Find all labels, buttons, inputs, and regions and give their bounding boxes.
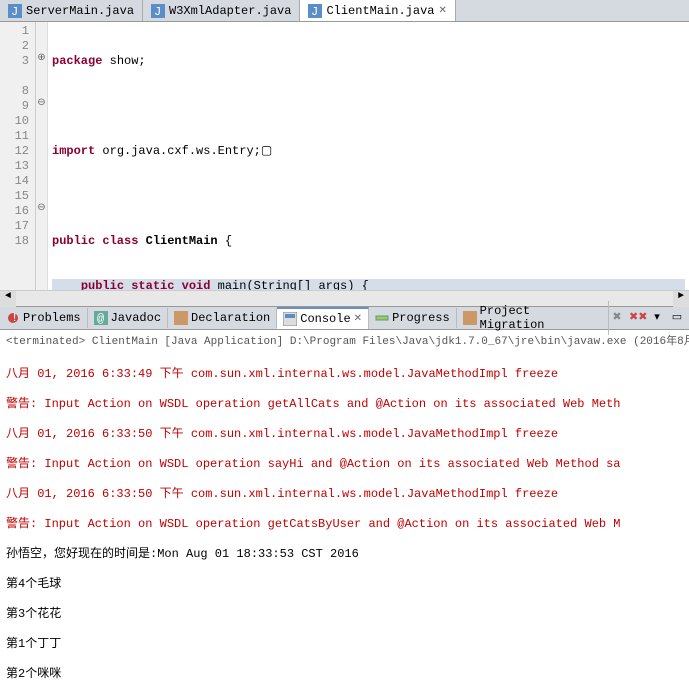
remove-terminated-icon[interactable]: ✖ xyxy=(609,310,625,326)
fold-gutter: ⊕ ⊖ ⊖ xyxy=(36,22,48,290)
console-icon xyxy=(283,312,297,326)
tab-progress[interactable]: Progress xyxy=(369,308,457,328)
svg-text:J: J xyxy=(311,5,318,18)
fold-collapse-icon[interactable]: ⊖ xyxy=(36,97,47,112)
javadoc-icon: @ xyxy=(94,311,108,325)
tab-label: ServerMain.java xyxy=(26,4,134,18)
console-output[interactable]: 八月 01, 2016 6:33:49 下午 com.sun.xml.inter… xyxy=(0,350,689,699)
tab-migration[interactable]: Project Migration xyxy=(457,301,609,335)
console-toolbar: ✖ ✖✖ ▾ ▭ xyxy=(609,310,689,326)
tab-label: ClientMain.java xyxy=(326,4,434,18)
tab-clientmain[interactable]: J ClientMain.java ✕ xyxy=(300,0,455,21)
tab-javadoc[interactable]: @ Javadoc xyxy=(88,308,168,328)
editor-tabs: J ServerMain.java J W3XmlAdapter.java J … xyxy=(0,0,689,22)
tab-problems[interactable]: ! Problems xyxy=(0,308,88,328)
svg-text:J: J xyxy=(11,5,18,18)
progress-icon xyxy=(375,311,389,325)
scroll-right-icon[interactable]: ► xyxy=(673,291,689,307)
declaration-icon xyxy=(174,311,188,325)
problems-icon: ! xyxy=(6,311,20,325)
tab-w3xmladapter[interactable]: J W3XmlAdapter.java xyxy=(143,0,300,21)
tab-declaration[interactable]: Declaration xyxy=(168,308,277,328)
scroll-left-icon[interactable]: ◄ xyxy=(0,291,16,307)
code-content[interactable]: package show; import org.java.cxf.ws.Ent… xyxy=(48,22,689,290)
migration-icon xyxy=(463,311,477,325)
java-file-icon: J xyxy=(151,4,165,18)
remove-all-icon[interactable]: ✖✖ xyxy=(629,310,645,326)
java-file-icon: J xyxy=(308,4,322,18)
fold-collapse-icon[interactable]: ⊖ xyxy=(36,202,47,217)
close-icon[interactable]: ✕ xyxy=(438,5,446,17)
tab-servermain[interactable]: J ServerMain.java xyxy=(0,0,143,21)
fold-expand-icon[interactable]: ⊕ xyxy=(36,52,47,67)
tab-label: W3XmlAdapter.java xyxy=(169,4,291,18)
tab-console[interactable]: Console ✕ xyxy=(277,307,369,329)
java-file-icon: J xyxy=(8,4,22,18)
code-editor[interactable]: 1 2 3 8 9 10 11 12 13 14 15 16 17 18 ⊕ ⊖… xyxy=(0,22,689,290)
svg-text:@: @ xyxy=(97,312,104,325)
svg-text:J: J xyxy=(154,5,161,18)
pin-icon[interactable]: ▾ xyxy=(649,310,665,326)
bottom-views-tabs: ! Problems @ Javadoc Declaration Console… xyxy=(0,306,689,330)
line-gutter: 1 2 3 8 9 10 11 12 13 14 15 16 17 18 xyxy=(0,22,36,290)
svg-text:!: ! xyxy=(11,311,18,325)
close-icon[interactable]: ✕ xyxy=(354,313,362,325)
display-icon[interactable]: ▭ xyxy=(669,310,685,326)
console-header: <terminated> ClientMain [Java Applicatio… xyxy=(0,330,689,350)
